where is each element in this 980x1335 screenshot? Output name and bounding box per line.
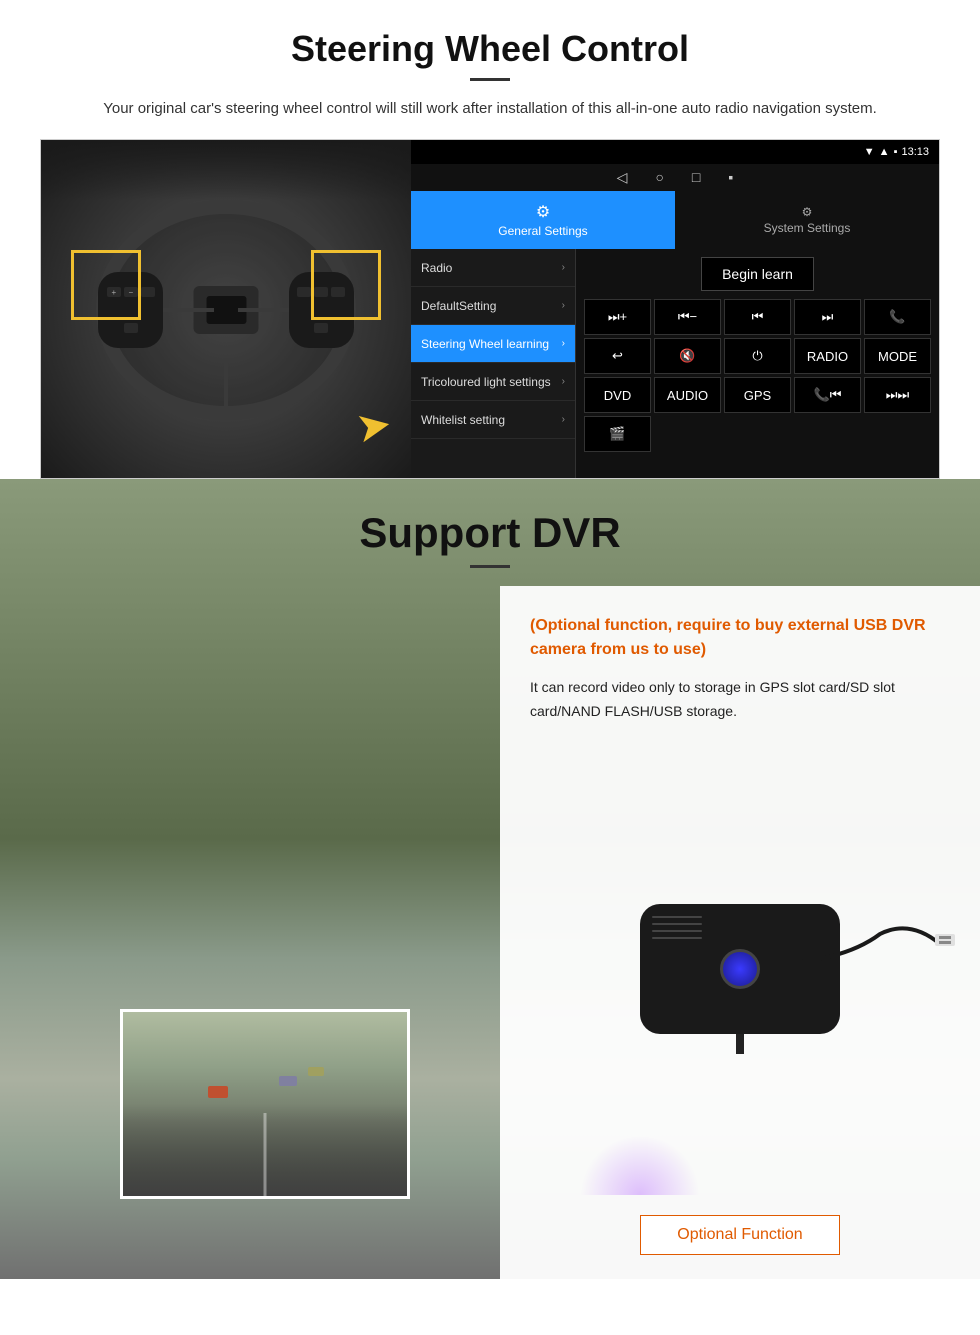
- dvr-description: It can record video only to storage in G…: [530, 676, 950, 724]
- steering-bg: + −: [41, 140, 411, 479]
- optional-function-button[interactable]: Optional Function: [640, 1215, 839, 1255]
- camera-lens: [720, 949, 760, 989]
- begin-learn-row: Begin learn: [584, 257, 931, 291]
- settings-tabs: ⚙ General Settings ⚙ System Settings: [411, 191, 939, 249]
- home-nav-icon[interactable]: ○: [655, 169, 663, 186]
- menu-tricolour-label: Tricoloured light settings: [421, 375, 551, 389]
- ctrl-power[interactable]: ⏻: [724, 338, 791, 374]
- tab-system-label: System Settings: [764, 221, 851, 235]
- ctrl-phone[interactable]: 📞: [864, 299, 931, 335]
- menu-radio-arrow: ›: [562, 262, 565, 273]
- menu-item-radio[interactable]: Radio ›: [411, 249, 575, 287]
- menu-tricolour-arrow: ›: [562, 376, 565, 387]
- dvr-section: Support DVR (Optional function, require …: [0, 479, 980, 1279]
- menu-whitelist-arrow: ›: [562, 414, 565, 425]
- steering-wheel-section: Steering Wheel Control Your original car…: [0, 0, 980, 479]
- tab-general-label: General Settings: [498, 224, 587, 238]
- usb-cable-svg: [760, 914, 960, 1014]
- menu-default-label: DefaultSetting: [421, 299, 496, 313]
- time-display: 13:13: [901, 146, 929, 158]
- menu-steering-label: Steering Wheel learning: [421, 337, 549, 351]
- ctrl-audio[interactable]: AUDIO: [654, 377, 721, 413]
- steering-description: Your original car's steering wheel contr…: [40, 97, 940, 121]
- menu-item-tricolour[interactable]: Tricoloured light settings ›: [411, 363, 575, 401]
- ctrl-dvd-rec[interactable]: 🎬: [584, 416, 651, 452]
- optional-btn-area: Optional Function: [530, 1215, 950, 1255]
- menu-whitelist-label: Whitelist setting: [421, 413, 505, 427]
- menu-nav-icon[interactable]: ▪: [728, 169, 733, 186]
- status-icons: ▼ ▲ ▪ 13:13: [864, 146, 929, 158]
- title-divider: [470, 78, 510, 81]
- battery-icon: ▪: [894, 146, 898, 158]
- menu-steering-arrow: ›: [562, 338, 565, 349]
- menu-radio-label: Radio: [421, 261, 452, 275]
- dvr-optional-text: (Optional function, require to buy exter…: [530, 614, 950, 662]
- settings-menu: Radio › DefaultSetting › Steering Wheel …: [411, 249, 576, 478]
- android-nav-bar: ◁ ○ □ ▪: [411, 164, 939, 191]
- dvr-preview-image: [120, 1009, 410, 1199]
- tab-general-settings[interactable]: ⚙ General Settings: [411, 191, 675, 249]
- android-status-bar: ▼ ▲ ▪ 13:13: [411, 140, 939, 164]
- menu-default-arrow: ›: [562, 300, 565, 311]
- page-title: Steering Wheel Control: [40, 28, 940, 70]
- dvr-content: (Optional function, require to buy exter…: [0, 586, 980, 1279]
- menu-item-steering-learning[interactable]: Steering Wheel learning ›: [411, 325, 575, 363]
- ctrl-vol-down[interactable]: ⏮−: [654, 299, 721, 335]
- settings-body: Radio › DefaultSetting › Steering Wheel …: [411, 249, 939, 478]
- dvr-title: Support DVR: [0, 509, 980, 557]
- dvr-divider: [470, 565, 510, 568]
- signal-icon: ▲: [879, 146, 890, 158]
- android-ui: ▼ ▲ ▪ 13:13 ◁ ○ □ ▪ ⚙ General Settings: [411, 140, 939, 478]
- back-nav-icon[interactable]: ◁: [617, 169, 628, 186]
- ctrl-vol-up[interactable]: ⏭+: [584, 299, 651, 335]
- ctrl-back[interactable]: ↩: [584, 338, 651, 374]
- gear-icon: ⚙: [536, 202, 550, 222]
- ctrl-dvd[interactable]: DVD: [584, 377, 651, 413]
- ctrl-mute[interactable]: 🔇: [654, 338, 721, 374]
- dvr-camera-area: [530, 744, 950, 1195]
- settings-content: Begin learn ⏭+ ⏮− ⏮ ⏭ 📞 ↩ 🔇 ⏻ R: [576, 249, 939, 478]
- wifi-icon: ▼: [864, 146, 875, 158]
- menu-item-default[interactable]: DefaultSetting ›: [411, 287, 575, 325]
- dvr-title-area: Support DVR: [0, 479, 980, 586]
- ctrl-next-track[interactable]: ⏭: [794, 299, 861, 335]
- ctrl-prev-track[interactable]: ⏮: [724, 299, 791, 335]
- dvr-info-card: (Optional function, require to buy exter…: [500, 586, 980, 1279]
- dvr-background: Support DVR (Optional function, require …: [0, 479, 980, 1279]
- tab-system-settings[interactable]: ⚙ System Settings: [675, 191, 939, 249]
- ctrl-mode[interactable]: MODE: [864, 338, 931, 374]
- control-button-grid: ⏭+ ⏮− ⏮ ⏭ 📞 ↩ 🔇 ⏻ RADIO MODE DVD AUDIO: [584, 299, 931, 452]
- ctrl-phone-prev[interactable]: 📞⏮: [794, 377, 861, 413]
- ctrl-radio[interactable]: RADIO: [794, 338, 861, 374]
- recent-nav-icon[interactable]: □: [692, 169, 700, 186]
- steering-photo: + −: [41, 140, 411, 479]
- ui-screenshot: + −: [40, 139, 940, 479]
- system-settings-icon: ⚙: [802, 205, 813, 219]
- ctrl-gps[interactable]: GPS: [724, 377, 791, 413]
- menu-item-whitelist[interactable]: Whitelist setting ›: [411, 401, 575, 439]
- dvr-preview-inner: [123, 1012, 407, 1196]
- begin-learn-button[interactable]: Begin learn: [701, 257, 814, 291]
- ctrl-next-skip[interactable]: ⏭⏭: [864, 377, 931, 413]
